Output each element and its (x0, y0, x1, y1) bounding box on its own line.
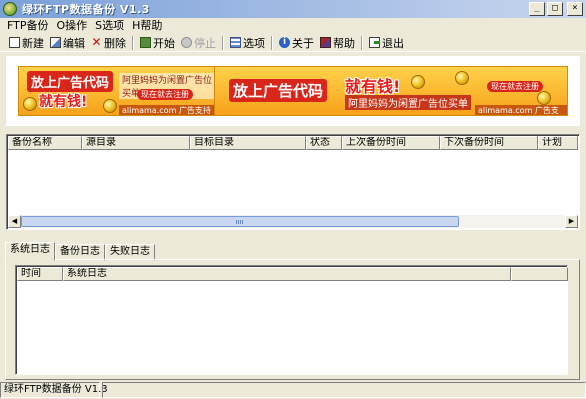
help-button-label: 帮助 (333, 36, 355, 50)
status-app-name: 绿环FTP数据备份 V1.3 (0, 382, 108, 398)
maximize-button[interactable]: □ (547, 2, 563, 16)
toolbar-separator (132, 35, 134, 50)
scrollbar-grip (236, 220, 244, 224)
ad-footer: alimama.com 广告支持 (475, 105, 567, 115)
options-button[interactable]: 选项 (227, 35, 268, 51)
scroll-left-arrow-icon[interactable]: ◀ (8, 215, 21, 228)
scroll-right-arrow-icon[interactable]: ▶ (565, 215, 578, 228)
delete-button-label: 删除 (104, 36, 126, 50)
column-header-time[interactable]: 时间 (17, 267, 63, 281)
menu-help[interactable]: H帮助 (128, 19, 166, 33)
toolbar-separator (271, 35, 273, 50)
status-message (102, 382, 586, 398)
status-bar: 绿环FTP数据备份 V1.3 (0, 382, 586, 399)
tab-system-log[interactable]: 系统日志 (5, 242, 55, 261)
title-bar: 绿环FTP数据备份 V1.3 _ □ × (0, 0, 586, 18)
options-icon (230, 37, 241, 48)
backup-table-header: 备份名称 源目录 目标目录 状态 上次备份时间 下次备份时间 计划 (8, 136, 578, 150)
scrollbar-thumb[interactable] (21, 216, 459, 227)
window-controls: _ □ × (529, 2, 583, 16)
help-button[interactable]: 帮助 (317, 35, 358, 51)
app-logo-icon (3, 2, 17, 16)
menu-ftp-backup[interactable]: FTP备份 (3, 19, 53, 33)
coin-icon (455, 71, 469, 85)
column-header-last-backup[interactable]: 上次备份时间 (342, 136, 440, 150)
exit-button-label: 退出 (382, 36, 404, 50)
log-table-header: 时间 系统日志 (17, 267, 568, 281)
column-header-status[interactable]: 状态 (306, 136, 342, 150)
ad-slogan: 就有钱! (39, 94, 88, 110)
column-header-backup-name[interactable]: 备份名称 (8, 136, 82, 150)
coin-icon (411, 75, 425, 89)
menu-bar: FTP备份 O操作 S选项 H帮助 (0, 18, 586, 34)
exit-button[interactable]: 退出 (366, 35, 407, 51)
scrollbar-track[interactable] (21, 215, 565, 228)
coin-icon (23, 97, 37, 111)
ad-banner-area: 放上广告代码 就有钱! 阿里妈妈为闲置广告位买单 现在就去注册 alimama.… (6, 56, 580, 126)
help-book-icon (320, 37, 331, 48)
ad-tagline: 阿里妈妈为闲置广告位买单 (345, 95, 471, 110)
minimize-button[interactable]: _ (529, 2, 545, 16)
ad-register-button[interactable]: 现在就去注册 (137, 89, 193, 100)
ad-banner-small[interactable]: 放上广告代码 就有钱! 阿里妈妈为闲置广告位买单 现在就去注册 alimama.… (18, 66, 216, 116)
column-header-system-log[interactable]: 系统日志 (63, 267, 511, 281)
ad-register-button[interactable]: 现在就去注册 (487, 81, 543, 92)
new-button-label: 新建 (22, 36, 44, 50)
log-tab-page: 时间 系统日志 (5, 259, 580, 380)
column-header-schedule[interactable]: 计划 (538, 136, 578, 150)
stop-button-label: 停止 (194, 36, 216, 50)
about-button-label: 关于 (292, 36, 314, 50)
backup-task-list[interactable]: 备份名称 源目录 目标目录 状态 上次备份时间 下次备份时间 计划 ◀ ▶ (6, 134, 580, 230)
column-header-source-dir[interactable]: 源目录 (82, 136, 190, 150)
toolbar-separator (361, 35, 363, 50)
edit-icon (50, 37, 61, 48)
close-button[interactable]: × (567, 2, 583, 16)
menu-options[interactable]: S选项 (91, 19, 128, 33)
start-button-label: 开始 (153, 36, 175, 50)
options-button-label: 选项 (243, 36, 265, 50)
new-document-icon (9, 37, 20, 48)
edit-button[interactable]: 编辑 (47, 35, 88, 51)
exit-door-icon (369, 37, 380, 48)
system-log-list[interactable]: 时间 系统日志 (15, 265, 568, 375)
ad-headline: 放上广告代码 (27, 71, 114, 92)
delete-x-icon: ✕ (91, 35, 102, 49)
column-header-target-dir[interactable]: 目标目录 (190, 136, 306, 150)
edit-button-label: 编辑 (63, 36, 85, 50)
ad-headline: 放上广告代码 (229, 79, 328, 102)
stop-icon (181, 37, 192, 48)
toolbar: 新建 编辑 ✕ 删除 开始 停止 选项 i 关于 帮助 退出 (0, 34, 586, 52)
delete-button[interactable]: ✕ 删除 (88, 35, 129, 51)
coin-icon (537, 91, 551, 105)
column-header-next-backup[interactable]: 下次备份时间 (440, 136, 538, 150)
ad-footer: alimama.com 广告支持 (119, 105, 214, 115)
start-button[interactable]: 开始 (137, 35, 178, 51)
new-button[interactable]: 新建 (6, 35, 47, 51)
ad-banner-large[interactable]: 放上广告代码 就有钱! 阿里妈妈为闲置广告位买单 现在就去注册 alimama.… (214, 66, 568, 116)
log-tabs: 系统日志 备份日志 失败日志 (5, 242, 155, 261)
stop-button[interactable]: 停止 (178, 35, 219, 51)
window-title: 绿环FTP数据备份 V1.3 (22, 3, 150, 16)
horizontal-scrollbar[interactable]: ◀ ▶ (8, 215, 578, 228)
coin-icon (103, 99, 117, 113)
menu-operation[interactable]: O操作 (53, 19, 92, 33)
ad-slogan: 就有钱! (345, 77, 401, 96)
about-button[interactable]: i 关于 (276, 35, 317, 51)
info-icon: i (279, 37, 290, 48)
toolbar-separator (222, 35, 224, 50)
column-header-filler (511, 267, 568, 281)
start-icon (140, 37, 151, 48)
